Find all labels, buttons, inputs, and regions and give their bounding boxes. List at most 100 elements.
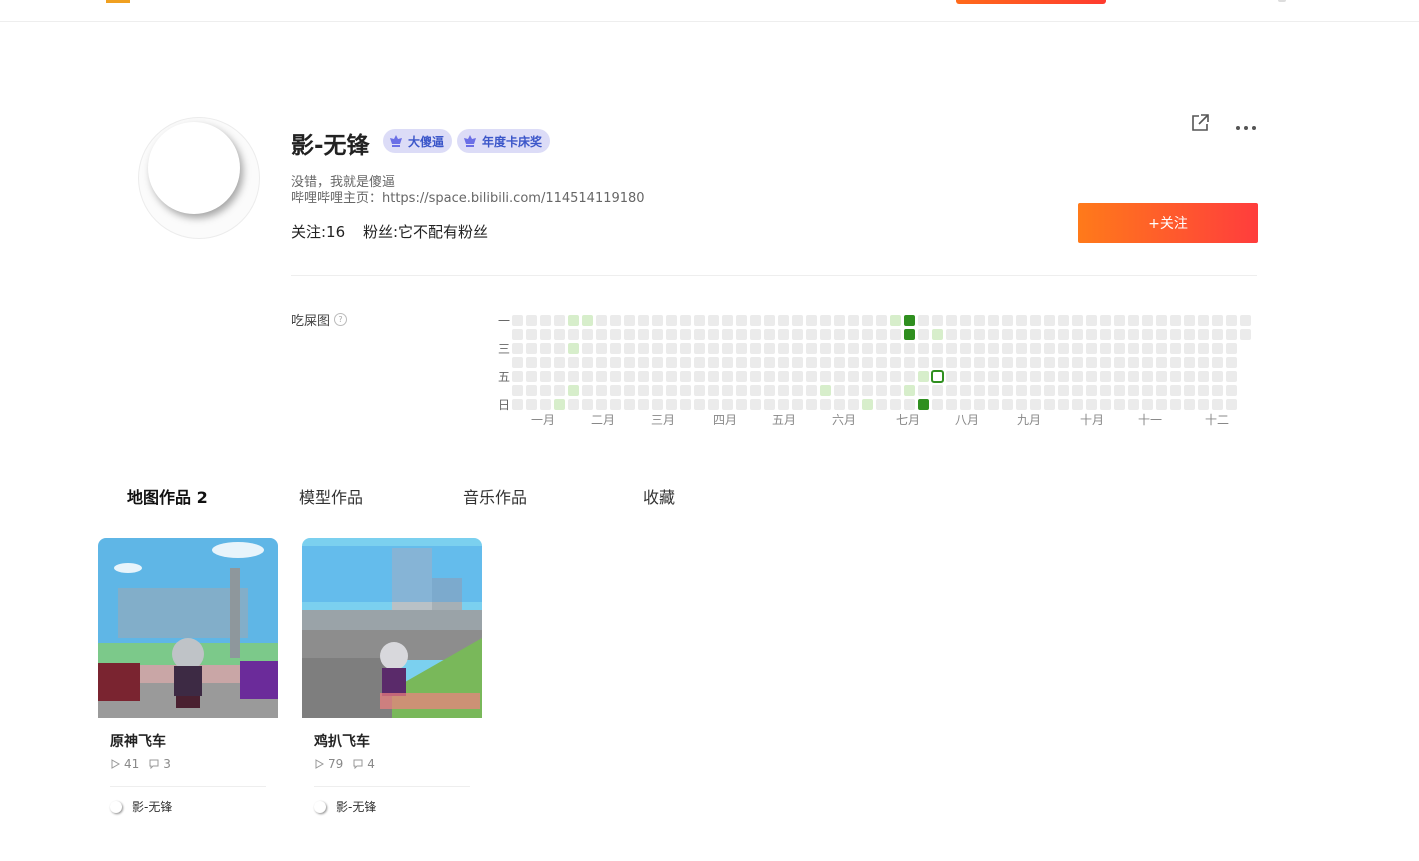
heatmap-cell[interactable] [1030, 371, 1041, 382]
heatmap-cell[interactable] [1212, 343, 1223, 354]
heatmap-cell[interactable] [946, 329, 957, 340]
heatmap-cell[interactable] [904, 315, 915, 326]
heatmap-cell[interactable] [764, 385, 775, 396]
heatmap-cell[interactable] [904, 385, 915, 396]
heatmap-cell[interactable] [820, 329, 831, 340]
heatmap-cell[interactable] [624, 385, 635, 396]
heatmap-cell[interactable] [722, 329, 733, 340]
heatmap-cell[interactable] [806, 399, 817, 410]
heatmap-cell[interactable] [974, 357, 985, 368]
heatmap-cell[interactable] [1058, 371, 1069, 382]
heatmap-cell[interactable] [512, 399, 523, 410]
heatmap-cell[interactable] [1212, 329, 1223, 340]
heatmap-cell[interactable] [1198, 385, 1209, 396]
heatmap-cell[interactable] [904, 399, 915, 410]
heatmap-cell[interactable] [1030, 343, 1041, 354]
heatmap-cell[interactable] [834, 399, 845, 410]
heatmap-cell[interactable] [610, 371, 621, 382]
heatmap-cell[interactable] [890, 357, 901, 368]
heatmap-cell[interactable] [722, 399, 733, 410]
heatmap-cell[interactable] [610, 343, 621, 354]
heatmap-cell[interactable] [904, 343, 915, 354]
heatmap-cell[interactable] [792, 399, 803, 410]
heatmap-cell[interactable] [764, 329, 775, 340]
heatmap-cell[interactable] [568, 371, 579, 382]
heatmap-cell[interactable] [708, 399, 719, 410]
heatmap-cell[interactable] [680, 399, 691, 410]
heatmap-cell[interactable] [610, 329, 621, 340]
heatmap-cell[interactable] [666, 329, 677, 340]
heatmap-cell[interactable] [1170, 343, 1181, 354]
heatmap-cell[interactable] [666, 343, 677, 354]
heatmap-cell[interactable] [1030, 315, 1041, 326]
heatmap-cell[interactable] [554, 371, 565, 382]
heatmap-cell[interactable] [568, 315, 579, 326]
heatmap-cell[interactable] [1044, 371, 1055, 382]
heatmap-cell[interactable] [1170, 399, 1181, 410]
heatmap-cell[interactable] [694, 399, 705, 410]
heatmap-cell[interactable] [904, 371, 915, 382]
heatmap-cell[interactable] [722, 385, 733, 396]
heatmap-cell[interactable] [526, 343, 537, 354]
heatmap-cell[interactable] [960, 357, 971, 368]
heatmap-cell[interactable] [624, 357, 635, 368]
heatmap-cell[interactable] [1226, 399, 1237, 410]
heatmap-cell[interactable] [820, 357, 831, 368]
heatmap-cell[interactable] [708, 357, 719, 368]
heatmap-cell[interactable] [806, 343, 817, 354]
heatmap-cell[interactable] [1002, 371, 1013, 382]
heatmap-cell[interactable] [1016, 329, 1027, 340]
heatmap-cell[interactable] [568, 399, 579, 410]
heatmap-cell[interactable] [1002, 343, 1013, 354]
heatmap-cell[interactable] [1212, 315, 1223, 326]
heatmap-cell[interactable] [526, 399, 537, 410]
heatmap-cell[interactable] [1002, 399, 1013, 410]
heatmap-cell[interactable] [1156, 371, 1167, 382]
heatmap-cell[interactable] [1002, 329, 1013, 340]
heatmap-cell[interactable] [820, 371, 831, 382]
heatmap-cell[interactable] [1100, 357, 1111, 368]
heatmap-cell[interactable] [512, 329, 523, 340]
heatmap-cell[interactable] [834, 329, 845, 340]
heatmap-cell[interactable] [1240, 329, 1251, 340]
heatmap-cell[interactable] [764, 399, 775, 410]
heatmap-cell[interactable] [932, 329, 943, 340]
heatmap-cell[interactable] [778, 399, 789, 410]
heatmap-cell[interactable] [1030, 399, 1041, 410]
heatmap-cell[interactable] [1170, 329, 1181, 340]
heatmap-cell[interactable] [834, 357, 845, 368]
heatmap-cell[interactable] [750, 329, 761, 340]
heatmap-cell[interactable] [890, 399, 901, 410]
heatmap-cell[interactable] [1016, 343, 1027, 354]
heatmap-cell[interactable] [694, 315, 705, 326]
heatmap-cell[interactable] [792, 385, 803, 396]
heatmap-cell[interactable] [862, 357, 873, 368]
heatmap-cell[interactable] [736, 343, 747, 354]
heatmap-cell[interactable] [1198, 343, 1209, 354]
heatmap-cell[interactable] [806, 315, 817, 326]
heatmap-cell[interactable] [820, 315, 831, 326]
heatmap-cell[interactable] [1240, 315, 1251, 326]
heatmap-cell[interactable] [750, 343, 761, 354]
heatmap-cell[interactable] [960, 399, 971, 410]
heatmap-cell[interactable] [722, 343, 733, 354]
heatmap-cell[interactable] [1044, 343, 1055, 354]
heatmap-cell[interactable] [722, 315, 733, 326]
following-count[interactable]: 关注:16 [291, 223, 345, 241]
heatmap-cell[interactable] [694, 329, 705, 340]
work-thumbnail-1[interactable] [98, 538, 278, 718]
heatmap-cell[interactable] [1058, 399, 1069, 410]
work-author-1[interactable]: 影-无锋 [110, 798, 172, 815]
heatmap-cell[interactable] [540, 329, 551, 340]
heatmap-cell[interactable] [1156, 329, 1167, 340]
heatmap-cell[interactable] [960, 371, 971, 382]
followers-count[interactable]: 粉丝:它不配有粉丝 [363, 223, 488, 241]
heatmap-cell[interactable] [876, 385, 887, 396]
heatmap-cell[interactable] [582, 343, 593, 354]
heatmap-cell[interactable] [778, 329, 789, 340]
heatmap-cell[interactable] [820, 343, 831, 354]
heatmap-cell[interactable] [1072, 343, 1083, 354]
heatmap-cell[interactable] [638, 329, 649, 340]
heatmap-cell[interactable] [582, 315, 593, 326]
heatmap-cell[interactable] [680, 371, 691, 382]
